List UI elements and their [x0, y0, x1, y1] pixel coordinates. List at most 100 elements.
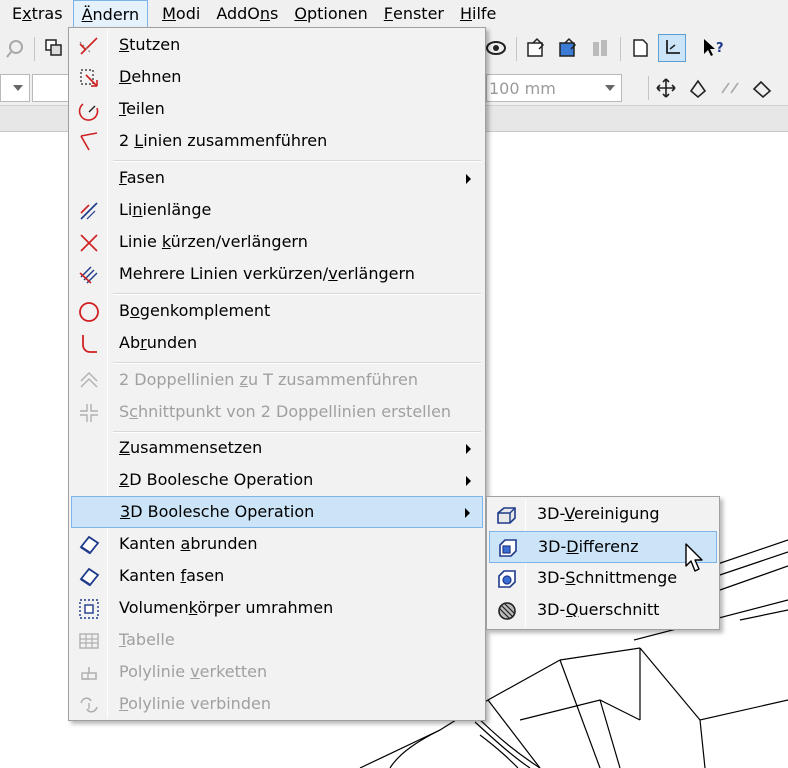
page-icon[interactable] [626, 34, 654, 62]
menu-item-label: Polylinie verketten [119, 662, 268, 681]
rotate-icon[interactable] [684, 74, 712, 102]
menu-item-volumenkoerper-umrahmen[interactable]: Volumenkörper umrahmen [71, 593, 483, 625]
menu-label-key: Ä [81, 4, 93, 24]
menu-fenster[interactable]: Fenster [376, 0, 452, 27]
submenu-arrow-icon [466, 476, 471, 486]
menu-item-label: Linienlänge [119, 200, 212, 219]
menu-separator [113, 362, 481, 364]
menu-bar: Ex tras Ändern Modi AddO n s Optionen Fenst… [0, 0, 788, 28]
menu-item-label: 2 Linien zusammenführen [119, 131, 328, 150]
toolbar-separator [620, 37, 621, 61]
intersection-icon [74, 400, 104, 426]
menu-addons[interactable]: AddO n s [208, 0, 286, 27]
submenu-arrow-icon [465, 508, 470, 518]
menu-label-pre: E [12, 4, 23, 23]
submenu-item-3d-vereinigung[interactable]: 3D-Vereinigung [489, 499, 717, 531]
menu-item-teilen[interactable]: Teilen [71, 94, 483, 126]
menu-item-label: Linie kürzen/verlängern [119, 232, 308, 251]
menu-item-kanten-abrunden[interactable]: Kanten abrunden [71, 529, 483, 561]
menu-item-polylinie-verketten: Polylinie verketten [71, 657, 483, 689]
menu-aendern-dropdown: Stutzen Dehnen Teilen 2 Linien zusammenf… [68, 27, 486, 721]
menu-item-label: 2 Doppellinien zu T zusammenführen [119, 370, 418, 389]
menu-label-key: M [162, 4, 176, 23]
submenu-item-label: 3D-Vereinigung [537, 504, 660, 523]
menu-item-label: 2D Boolesche Operation [119, 470, 314, 489]
menu-label-post: ndern [92, 4, 140, 24]
object-settings-icon[interactable] [554, 34, 582, 62]
submenu-item-3d-schnittmenge[interactable]: 3D-Schnittmenge [489, 563, 717, 595]
menu-item-abrunden[interactable]: Abrunden [71, 328, 483, 360]
menu-aendern[interactable]: Ändern [72, 0, 149, 28]
menu-label-post: tras [31, 4, 63, 23]
section-icon [492, 598, 522, 624]
menu-item-2-linien-zusammenfuehren[interactable]: 2 Linien zusammenführen [71, 126, 483, 158]
toolbar-combo-left-2[interactable] [32, 74, 72, 102]
menu-item-linie-kuerzen-verlaengern[interactable]: Linie kürzen/verlängern [71, 227, 483, 259]
submenu-item-3d-querschnitt[interactable]: 3D-Querschnitt [489, 595, 717, 627]
chevron-down-icon [13, 85, 23, 91]
menu-label-post: enster [392, 4, 444, 23]
menu-item-label: Tabelle [119, 630, 175, 649]
menu-label-post: ptionen [306, 4, 368, 23]
toolbar-combo-left[interactable] [0, 74, 30, 102]
line-length-icon [74, 198, 104, 224]
building-icon[interactable] [586, 34, 614, 62]
menu-item-label: Fasen [119, 168, 165, 187]
extend-icon [74, 33, 104, 59]
menu-item-bogenkomplement[interactable]: Bogenkomplement [71, 296, 483, 328]
menu-item-stutzen[interactable]: Stutzen [71, 30, 483, 62]
menu-item-label: Mehrere Linien verkürzen/verlängern [119, 264, 415, 283]
mirror-icon[interactable] [716, 74, 744, 102]
help-cursor-icon[interactable]: ? [700, 34, 728, 62]
menu-item-label: Kanten abrunden [119, 534, 258, 553]
table-icon [74, 628, 104, 654]
menu-item-doppellinien-t: 2 Doppellinien zu T zusammenführen [71, 365, 483, 397]
menu-item-kanten-fasen[interactable]: Kanten fasen [71, 561, 483, 593]
menu-item-dehnen[interactable]: Dehnen [71, 62, 483, 94]
multi-trim-icon [74, 262, 104, 288]
chevron-down-icon [605, 85, 615, 91]
join-lines-icon [74, 129, 104, 155]
layers-icon[interactable] [40, 34, 68, 62]
coordinate-axes-icon[interactable] [658, 34, 686, 62]
submenu-arrow-icon [466, 444, 471, 454]
menu-item-fasen[interactable]: Fasen [71, 163, 483, 195]
menu-modi[interactable]: Modi [154, 0, 208, 27]
menu-label-post: s [270, 4, 279, 23]
menu-item-label: Dehnen [119, 67, 182, 86]
menu-item-label: Bogenkomplement [119, 301, 271, 320]
move-icon[interactable] [652, 74, 680, 102]
difference-icon [493, 535, 523, 561]
menu-label-key: n [259, 4, 271, 23]
intersect-icon [492, 566, 522, 592]
submenu-item-3d-differenz[interactable]: 3D-Differenz [489, 531, 717, 563]
length-combo[interactable]: 100 mm [486, 74, 622, 102]
polyline-connect-icon [74, 692, 104, 718]
menu-item-label: Teilen [119, 99, 165, 118]
zoom-icon[interactable] [2, 34, 30, 62]
menu-item-mehrere-linien[interactable]: Mehrere Linien verkürzen/verlängern [71, 259, 483, 291]
menu-item-3d-boolesche-operation[interactable]: 3D Boolesche Operation [71, 496, 483, 528]
circle-icon [74, 299, 104, 325]
split-icon [74, 97, 104, 123]
stretch-icon [74, 65, 104, 91]
menu-item-zusammensetzen[interactable]: Zusammensetzen [71, 433, 483, 465]
menu-item-label: Volumenkörper umrahmen [119, 598, 334, 617]
submenu-arrow-icon [466, 174, 471, 184]
menu-hilfe[interactable]: Hilfe [452, 0, 504, 27]
chamfer-edges-icon [74, 564, 104, 590]
polyline-chain-icon [74, 660, 104, 686]
properties-icon[interactable] [522, 34, 550, 62]
menu-item-label: 3D Boolesche Operation [120, 502, 315, 521]
menu-item-label: Kanten fasen [119, 566, 225, 585]
menu-extras[interactable]: Ex tras [4, 0, 71, 27]
submenu-item-label: 3D-Querschnitt [537, 600, 660, 619]
menu-label-key: H [459, 4, 473, 23]
scale-icon[interactable] [748, 74, 776, 102]
menu-optionen[interactable]: Optionen [286, 0, 375, 27]
menu-item-linienlaenge[interactable]: Linienlänge [71, 195, 483, 227]
view-3d-icon[interactable] [482, 34, 510, 62]
svg-text:?: ? [716, 41, 724, 56]
menu-separator [113, 293, 481, 295]
menu-item-2d-boolesche-operation[interactable]: 2D Boolesche Operation [71, 465, 483, 497]
